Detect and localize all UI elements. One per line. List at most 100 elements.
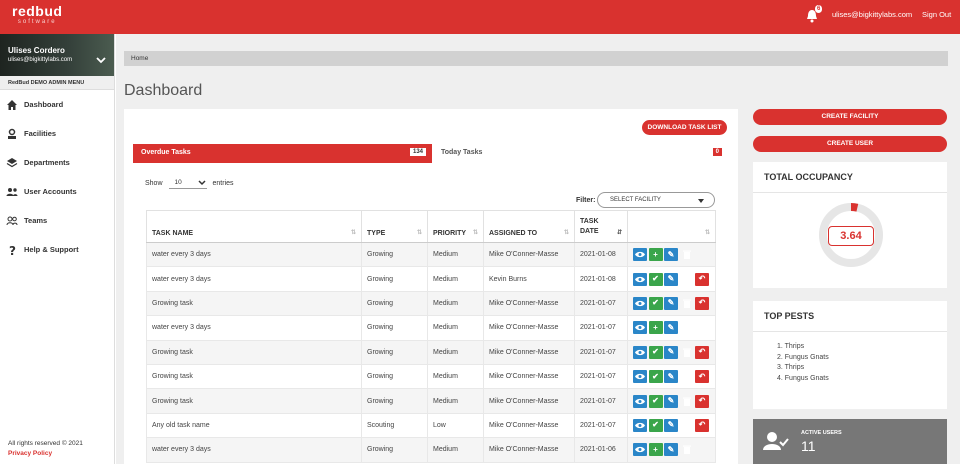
table-row[interactable]: Growing task Growing Medium Mike O'Conner-M… — [146, 290, 716, 317]
table-row[interactable]: Any old task name Scouting Low Mike O'Conne… — [146, 412, 716, 439]
download-task-list-button[interactable]: DOWNLOAD TASK LIST — [642, 120, 727, 135]
list-item: 3. Thrips — [777, 364, 805, 371]
sort-icon: ⇅ — [472, 230, 478, 236]
profile-panel[interactable]: Ulises Cordero ulises@bigkittylabs.com — [0, 34, 114, 76]
signout-link[interactable]: Sign Out — [922, 10, 951, 19]
cell-assigned: Kevin Burns — [483, 266, 575, 292]
undo-icon[interactable]: ↶ — [695, 272, 709, 286]
cell-name: Growing task — [146, 290, 362, 317]
trash-icon[interactable] — [680, 419, 694, 432]
eye-icon[interactable] — [633, 443, 647, 457]
plus-icon[interactable]: + — [648, 248, 663, 262]
create-facility-button[interactable]: CREATE FACILITY — [753, 109, 947, 125]
pencil-icon[interactable]: ✎ — [664, 248, 678, 262]
check-icon[interactable]: ✔ — [648, 418, 663, 432]
tab-overdue-tasks[interactable]: Overdue Tasks 134 — [133, 144, 432, 163]
pencil-icon[interactable]: ✎ — [664, 370, 678, 384]
tab-today-tasks[interactable]: Today Tasks 0 — [432, 144, 722, 163]
cell-name: water every 3 days — [146, 437, 362, 463]
pencil-icon[interactable]: ✎ — [664, 443, 678, 457]
trash-icon[interactable] — [680, 297, 694, 310]
user-email[interactable]: ulises@bigkittylabs.com — [832, 10, 912, 19]
chevron-down-icon[interactable] — [96, 56, 106, 64]
sidebar-item-label: Dashboard — [24, 100, 64, 109]
pencil-icon[interactable]: ✎ — [664, 321, 678, 335]
sidebar-item-departments[interactable]: Departments — [0, 148, 114, 177]
undo-icon[interactable]: ↶ — [695, 296, 709, 310]
brand-logo[interactable]: redbud software — [12, 4, 62, 25]
active-users-card: ACTIVE USERS 11 — [753, 419, 947, 464]
col-actions: ⇅ — [627, 210, 716, 243]
breadcrumb-home[interactable]: Home — [131, 55, 148, 62]
cell-date: 2021-01-08 — [574, 241, 628, 268]
eye-icon[interactable] — [633, 296, 647, 310]
cell-priority: Medium — [427, 363, 484, 390]
check-icon[interactable]: ✔ — [648, 296, 663, 310]
eye-icon[interactable] — [633, 248, 647, 262]
table-row[interactable]: water every 3 days Growing Medium Kevin Bur… — [146, 266, 716, 292]
sidebar-item-user-accounts[interactable]: User Accounts — [0, 177, 114, 206]
table-row[interactable]: water every 3 days Growing Medium Mike O'Co… — [146, 315, 716, 341]
sidebar-item-facilities[interactable]: Facilities — [0, 119, 114, 148]
col-task-date[interactable]: TASK DATE ⇵ — [574, 210, 628, 243]
trash-icon[interactable] — [680, 273, 694, 286]
plus-icon[interactable]: + — [648, 321, 663, 335]
col-assigned-to[interactable]: ASSIGNED TO ⇅ — [483, 210, 575, 243]
table-row[interactable]: Growing task Growing Medium Mike O'Conner-M… — [146, 363, 716, 390]
cell-actions: ✔ ✎ ↶ — [627, 290, 716, 317]
cell-actions: ✔ ✎ ↶ — [627, 339, 716, 365]
cell-priority: Medium — [427, 388, 484, 414]
cell-type: Growing — [361, 266, 428, 292]
eye-icon[interactable] — [633, 370, 647, 384]
entries-value: 10 — [174, 179, 182, 186]
pencil-icon[interactable]: ✎ — [664, 418, 678, 432]
eye-icon[interactable] — [633, 272, 647, 286]
pencil-icon[interactable]: ✎ — [664, 296, 678, 310]
eye-icon[interactable] — [633, 345, 647, 359]
col-label: TASK DATE — [580, 218, 599, 235]
check-icon[interactable]: ✔ — [648, 370, 663, 384]
trash-icon[interactable] — [680, 346, 694, 359]
table-row[interactable]: Growing task Growing Medium Mike O'Conner-M… — [146, 388, 716, 414]
facility-filter-select[interactable]: SELECT FACILITY — [597, 192, 715, 208]
cell-name: Growing task — [146, 388, 362, 414]
table-row[interactable]: Growing task Growing Medium Mike O'Conner-M… — [146, 339, 716, 365]
sidebar-item-teams[interactable]: Teams — [0, 206, 114, 235]
col-task-name[interactable]: TASK NAME ⇅ — [146, 210, 362, 243]
create-user-button[interactable]: CREATE USER — [753, 136, 947, 152]
undo-icon[interactable]: ↶ — [695, 345, 709, 359]
undo-icon[interactable]: ↶ — [695, 394, 709, 408]
trash-icon[interactable] — [680, 395, 694, 408]
check-icon[interactable]: ✔ — [648, 345, 663, 359]
active-users-value: 11 — [801, 438, 816, 454]
pencil-icon[interactable]: ✎ — [664, 272, 678, 286]
eye-icon[interactable] — [633, 321, 647, 335]
check-icon[interactable]: ✔ — [648, 272, 663, 286]
pencil-icon[interactable]: ✎ — [664, 345, 678, 359]
notification-badge: 6 — [815, 5, 823, 13]
undo-icon[interactable]: ↶ — [695, 370, 709, 384]
trash-icon[interactable] — [680, 443, 694, 456]
layers-icon — [6, 157, 18, 167]
table-row[interactable]: water every 3 days Growing Medium Mike O'Co… — [146, 241, 716, 268]
table-row[interactable]: water every 3 days Growing Medium Mike O'Co… — [146, 437, 716, 463]
cell-actions: ✔ ✎ ↶ — [627, 412, 716, 439]
entries-select[interactable]: 10 — [168, 177, 207, 189]
sidebar-item-label: Help & Support — [24, 245, 79, 254]
trash-icon[interactable] — [680, 248, 694, 261]
check-icon[interactable]: ✔ — [648, 394, 663, 408]
eye-icon[interactable] — [633, 394, 647, 408]
undo-icon[interactable]: ↶ — [695, 418, 709, 432]
eye-icon[interactable] — [633, 418, 647, 432]
trash-icon[interactable] — [680, 370, 694, 383]
cell-date: 2021-01-07 — [574, 339, 628, 365]
sidebar-item-help[interactable]: ? Help & Support — [0, 235, 114, 264]
trash-icon[interactable] — [680, 321, 694, 334]
plus-icon[interactable]: + — [648, 443, 663, 457]
col-type[interactable]: TYPE ⇅ — [361, 210, 428, 243]
col-priority[interactable]: PRIORITY ⇅ — [427, 210, 484, 243]
pencil-icon[interactable]: ✎ — [664, 394, 678, 408]
cell-assigned: Mike O'Conner-Masse — [483, 339, 575, 365]
sidebar-item-dashboard[interactable]: Dashboard — [0, 90, 114, 119]
privacy-policy-link[interactable]: Privacy Policy — [8, 450, 83, 457]
